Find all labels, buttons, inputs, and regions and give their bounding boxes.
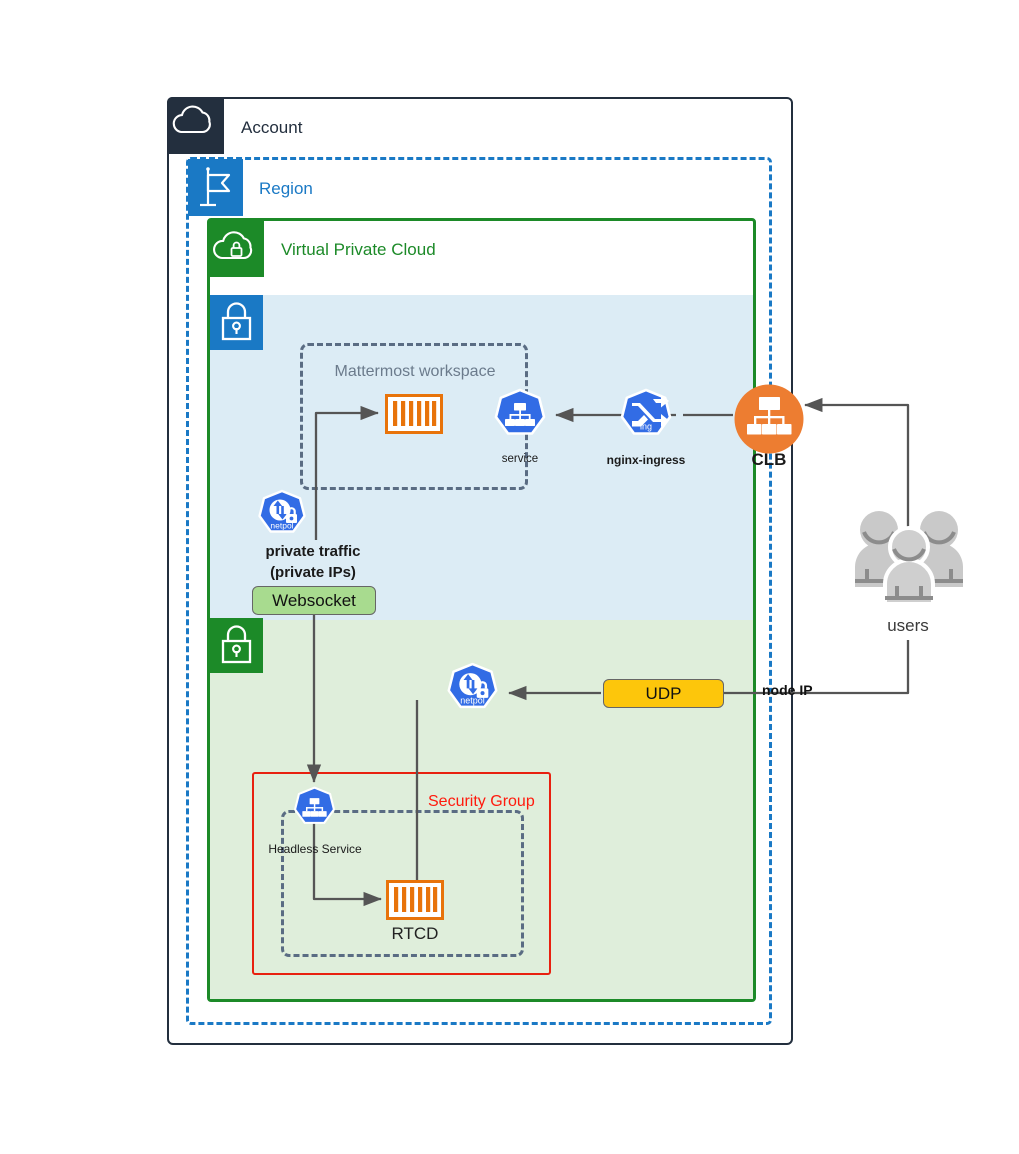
udp-badge[interactable]: UDP xyxy=(603,679,724,708)
k8s-ingress-icon[interactable]: ing xyxy=(617,388,675,451)
k8s-netpol-icon[interactable]: netpol xyxy=(444,662,501,724)
container-icon[interactable] xyxy=(386,880,444,925)
mattermost-workspace-label: Mattermost workspace xyxy=(334,363,496,380)
k8s-service-icon[interactable] xyxy=(291,786,338,838)
flag-icon xyxy=(188,159,243,216)
padlock-icon xyxy=(210,618,263,673)
private-traffic-line2: (private IPs) xyxy=(270,564,356,581)
clb-label: CLB xyxy=(751,450,787,469)
websocket-badge[interactable]: Websocket xyxy=(252,586,376,615)
private-traffic-line1: private traffic xyxy=(265,543,361,560)
headless-service-label: Headless Service xyxy=(268,842,362,856)
region-label: Region xyxy=(259,179,313,198)
node-ip-label: node IP xyxy=(762,682,813,698)
private-traffic-annotation: private traffic (private IPs) xyxy=(233,541,393,583)
vpc-label: Virtual Private Cloud xyxy=(281,240,436,259)
container-icon[interactable] xyxy=(385,394,443,439)
users-icon[interactable] xyxy=(853,505,965,625)
rtcd-label: RTCD xyxy=(391,924,439,943)
architecture-diagram: Account Region Virtual Private Cloud Mat… xyxy=(0,0,1019,1154)
nginx-ingress-label: nginx-ingress xyxy=(606,453,686,467)
service-label: service xyxy=(501,453,539,465)
security-group-label: Security Group xyxy=(428,793,535,810)
ing-sublabel: ing xyxy=(640,422,652,432)
load-balancer-icon[interactable] xyxy=(733,383,805,460)
account-label: Account xyxy=(241,118,303,137)
netpol-sublabel: netpol xyxy=(460,696,484,706)
cloud-icon xyxy=(167,97,224,154)
users-label: users xyxy=(887,616,929,635)
k8s-netpol-icon[interactable]: netpol xyxy=(255,489,309,548)
netpol-sublabel: netpol xyxy=(270,521,293,531)
padlock-icon xyxy=(210,295,263,350)
cloud-lock-icon xyxy=(209,220,264,277)
k8s-service-icon[interactable] xyxy=(491,388,549,451)
